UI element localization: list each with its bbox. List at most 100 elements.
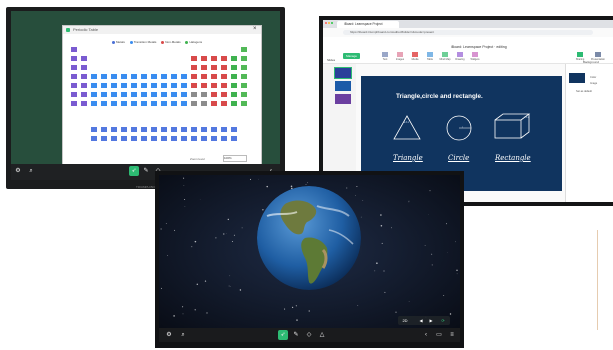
element-cell[interactable] — [71, 65, 77, 70]
element-cell[interactable] — [141, 135, 147, 141]
close-window-icon[interactable] — [325, 22, 327, 24]
element-cell[interactable] — [231, 92, 237, 97]
element-cell[interactable] — [211, 135, 217, 141]
element-cell[interactable] — [211, 83, 217, 88]
element-cell[interactable] — [231, 65, 237, 70]
browser-tab[interactable]: iBoard: Learnspace Project — [337, 21, 399, 28]
element-cell[interactable] — [71, 47, 77, 52]
element-cell[interactable] — [211, 56, 217, 61]
element-cell[interactable] — [121, 74, 127, 79]
element-cell[interactable] — [91, 92, 97, 97]
element-cell[interactable] — [151, 101, 157, 106]
pen-tool-icon[interactable]: ✎ — [141, 166, 151, 176]
back-icon[interactable]: ‹ — [421, 330, 431, 340]
address-bar[interactable]: https://iboard.triumphboard.com/editor/#… — [343, 30, 593, 35]
tool-images[interactable]: Images — [393, 52, 407, 61]
settings-icon[interactable]: ⚙ — [13, 166, 23, 176]
element-cell[interactable] — [91, 126, 97, 132]
element-cell[interactable] — [171, 126, 177, 132]
earth-globe[interactable] — [257, 186, 361, 290]
element-cell[interactable] — [101, 74, 107, 79]
element-cell[interactable] — [111, 74, 117, 79]
element-cell[interactable] — [151, 126, 157, 132]
element-cell[interactable] — [121, 135, 127, 141]
element-cell[interactable] — [201, 92, 207, 97]
element-cell[interactable] — [241, 101, 247, 106]
element-cell[interactable] — [121, 101, 127, 106]
shapes-tool-icon[interactable]: △ — [317, 330, 327, 340]
element-cell[interactable] — [141, 83, 147, 88]
close-icon[interactable]: × — [253, 26, 257, 33]
element-cell[interactable] — [71, 101, 77, 106]
element-cell[interactable] — [141, 92, 147, 97]
element-cell[interactable] — [221, 126, 227, 132]
element-cell[interactable] — [201, 83, 207, 88]
element-cell[interactable] — [211, 101, 217, 106]
element-cell[interactable] — [241, 74, 247, 79]
element-cell[interactable] — [101, 92, 107, 97]
element-cell[interactable] — [231, 83, 237, 88]
select-tool-icon[interactable]: ➶ — [129, 166, 139, 176]
tool-widgets[interactable]: Widgets — [468, 52, 482, 61]
element-cell[interactable] — [191, 126, 197, 132]
settings-icon[interactable]: ⚙ — [164, 330, 174, 340]
element-cell[interactable] — [161, 92, 167, 97]
element-cell[interactable] — [81, 74, 87, 79]
search-icon[interactable]: ⌕ — [26, 166, 36, 176]
element-cell[interactable] — [201, 56, 207, 61]
element-cell[interactable] — [81, 83, 87, 88]
element-cell[interactable] — [221, 101, 227, 106]
props-item-default[interactable]: Set as default — [576, 90, 592, 93]
eraser-tool-icon[interactable]: ◇ — [304, 330, 314, 340]
element-cell[interactable] — [81, 101, 87, 106]
element-cell[interactable] — [191, 83, 197, 88]
element-cell[interactable] — [91, 83, 97, 88]
element-cell[interactable] — [151, 74, 157, 79]
previous-button[interactable]: ◀ — [417, 316, 425, 325]
element-cell[interactable] — [161, 74, 167, 79]
element-cell[interactable] — [191, 65, 197, 70]
element-cell[interactable] — [181, 101, 187, 106]
element-cell[interactable] — [221, 135, 227, 141]
element-cell[interactable] — [181, 83, 187, 88]
element-cell[interactable] — [241, 65, 247, 70]
element-cell[interactable] — [231, 101, 237, 106]
tool-text[interactable]: Text — [378, 52, 392, 61]
element-cell[interactable] — [131, 92, 137, 97]
element-cell[interactable] — [171, 92, 177, 97]
element-cell[interactable] — [231, 56, 237, 61]
element-cell[interactable] — [201, 135, 207, 141]
element-cell[interactable] — [81, 65, 87, 70]
slide-thumbnail[interactable] — [335, 94, 351, 104]
element-cell[interactable] — [131, 126, 137, 132]
search-icon[interactable]: ⌕ — [178, 330, 188, 340]
minimize-window-icon[interactable] — [328, 22, 330, 24]
element-cell[interactable] — [161, 83, 167, 88]
element-cell[interactable] — [151, 83, 157, 88]
element-cell[interactable] — [81, 92, 87, 97]
props-item-image[interactable]: Image — [590, 82, 597, 85]
element-cell[interactable] — [161, 126, 167, 132]
element-cell[interactable] — [111, 135, 117, 141]
refresh-icon[interactable]: ⟳ — [438, 316, 448, 325]
element-cell[interactable] — [141, 74, 147, 79]
element-cell[interactable] — [81, 56, 87, 61]
element-cell[interactable] — [221, 83, 227, 88]
element-cell[interactable] — [101, 126, 107, 132]
element-cell[interactable] — [221, 56, 227, 61]
element-cell[interactable] — [121, 126, 127, 132]
element-cell[interactable] — [171, 135, 177, 141]
element-cell[interactable] — [141, 101, 147, 106]
tool-media[interactable]: Media — [408, 52, 422, 61]
element-cell[interactable] — [111, 92, 117, 97]
element-cell[interactable] — [131, 101, 137, 106]
next-button[interactable]: ▶ — [427, 316, 435, 325]
select-tool-icon[interactable]: ➶ — [278, 330, 288, 340]
element-cell[interactable] — [121, 92, 127, 97]
element-cell[interactable] — [121, 83, 127, 88]
view-2d-button[interactable]: 2D — [400, 316, 410, 325]
element-cell[interactable] — [241, 47, 247, 52]
element-cell[interactable] — [211, 65, 217, 70]
element-cell[interactable] — [171, 101, 177, 106]
element-cell[interactable] — [191, 56, 197, 61]
